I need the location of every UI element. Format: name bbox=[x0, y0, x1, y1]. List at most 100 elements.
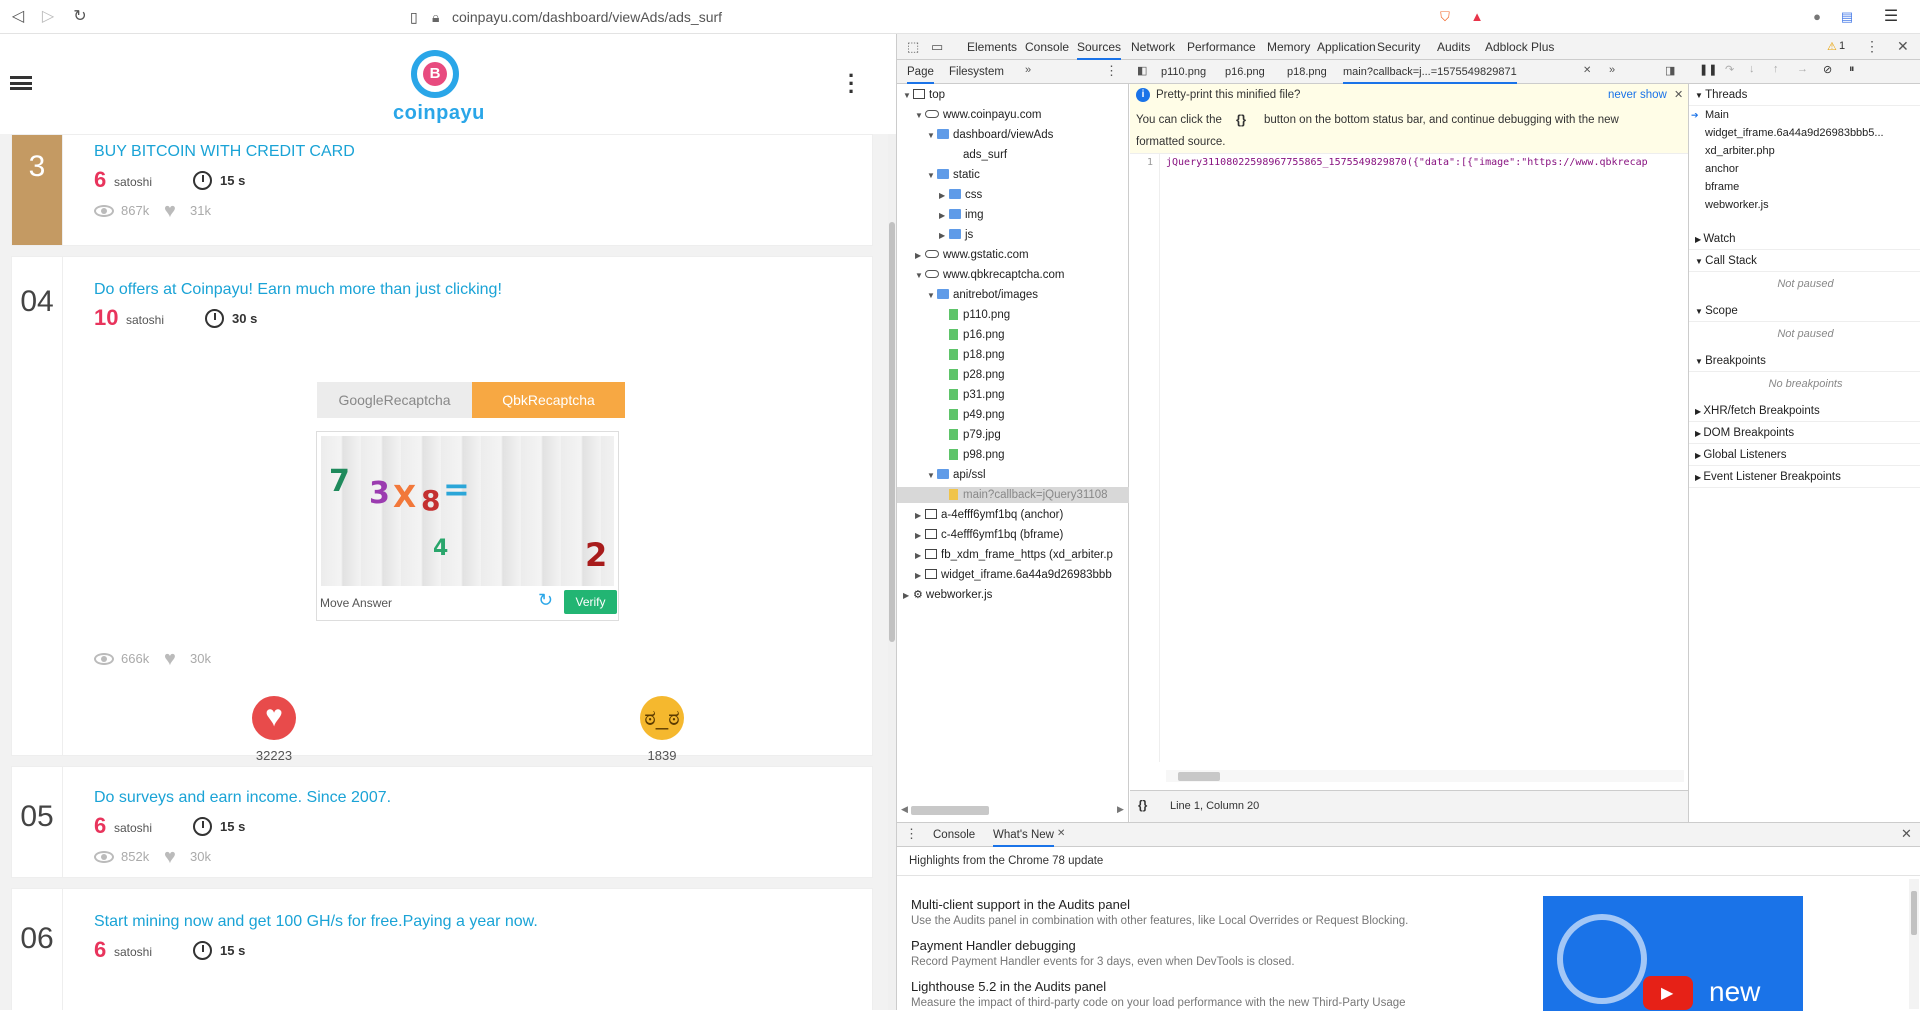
tree-item[interactable]: p18.png bbox=[939, 347, 1005, 363]
more-editor-tabs-icon[interactable]: » bbox=[1609, 64, 1615, 76]
address-bar[interactable]: ▯ 🔒︎ coinpayu.com/dashboard/viewAds/ads_… bbox=[410, 5, 1430, 29]
ad-title[interactable]: BUY BITCOIN WITH CREDIT CARD bbox=[94, 143, 355, 161]
editor-tab[interactable]: p18.png bbox=[1287, 60, 1327, 84]
translate-icon[interactable]: ▤ bbox=[1836, 6, 1858, 28]
editor-tab[interactable]: main?callback=j...=1575549829871 bbox=[1343, 60, 1517, 84]
ad-card[interactable]: 06 Start mining now and get 100 GH/s for… bbox=[11, 888, 873, 1010]
editor-tab[interactable]: p16.png bbox=[1225, 60, 1265, 84]
breakpoints-header[interactable]: ▼ Breakpoints bbox=[1689, 350, 1920, 372]
thread-item[interactable]: ➔ Main bbox=[1689, 106, 1920, 124]
expand-right-icon[interactable]: ▶ bbox=[903, 588, 913, 604]
navigator-hscroll[interactable] bbox=[911, 806, 989, 815]
tab-filesystem[interactable]: Filesystem bbox=[949, 60, 1004, 84]
expand-down-icon[interactable]: ▼ bbox=[927, 128, 937, 144]
tree-item[interactable]: ▶ ⚙ webworker.js bbox=[903, 587, 992, 604]
expand-right-icon[interactable]: ▶ bbox=[939, 228, 949, 244]
page-scrollbar-thumb[interactable] bbox=[889, 222, 895, 642]
navigator-menu-icon[interactable]: ⋮ bbox=[1105, 63, 1118, 79]
devtools-tab[interactable]: Network bbox=[1131, 34, 1175, 60]
tree-item[interactable]: p49.png bbox=[939, 407, 1005, 423]
tab-qbk-recaptcha[interactable]: QbkRecaptcha bbox=[472, 382, 625, 418]
tree-item[interactable]: p98.png bbox=[939, 447, 1005, 463]
captcha-glyph[interactable]: 4 bbox=[433, 536, 448, 561]
captcha-glyph[interactable]: 8 bbox=[421, 484, 440, 517]
devtools-tab[interactable]: Application bbox=[1317, 34, 1376, 60]
tree-item[interactable]: ▶ www.gstatic.com bbox=[915, 247, 1029, 264]
drawer-menu-icon[interactable]: ⋮ bbox=[905, 826, 918, 842]
devtools-tab[interactable]: Audits bbox=[1437, 34, 1470, 60]
ad-card[interactable]: 05 Do surveys and earn income. Since 200… bbox=[11, 766, 873, 878]
expand-right-icon[interactable]: ▶ bbox=[939, 188, 949, 204]
tab-google-recaptcha[interactable]: GoogleRecaptcha bbox=[317, 382, 472, 418]
tree-item[interactable]: ▶ js bbox=[939, 227, 973, 244]
tree-item[interactable]: ▼ www.qbkrecaptcha.com bbox=[915, 267, 1064, 284]
drawer-scrollbar[interactable] bbox=[1909, 879, 1919, 1009]
lock-icon[interactable]: 🔒︎ bbox=[432, 5, 439, 29]
devtools-tab[interactable]: Memory bbox=[1267, 34, 1310, 60]
line-number[interactable]: 1 bbox=[1130, 154, 1160, 762]
close-drawer-icon[interactable]: ✕ bbox=[1901, 826, 1912, 842]
step-icon[interactable]: → bbox=[1797, 63, 1808, 75]
xhr-breakpoints-header[interactable]: ▶ XHR/fetch Breakpoints bbox=[1689, 400, 1920, 422]
verify-button[interactable]: Verify bbox=[564, 590, 617, 614]
thread-item[interactable]: webworker.js bbox=[1689, 196, 1920, 214]
hamburger-icon[interactable] bbox=[10, 76, 32, 90]
devtools-tab[interactable]: Performance bbox=[1187, 34, 1256, 60]
device-toolbar-icon[interactable]: ▭ bbox=[931, 39, 943, 55]
captcha-glyph[interactable]: 7 bbox=[329, 464, 350, 499]
tree-item[interactable]: main?callback=jQuery31108 bbox=[897, 487, 1129, 503]
angry-reaction-icon[interactable]: ಠ_ಠ bbox=[640, 696, 684, 740]
whats-new-title[interactable]: Payment Handler debugging bbox=[911, 938, 1076, 953]
tree-item[interactable]: ads_surf bbox=[939, 147, 1007, 163]
tree-item[interactable]: ▼ anitrebot/images bbox=[927, 287, 1038, 304]
threads-header[interactable]: ▼ Threads bbox=[1689, 84, 1920, 106]
menu-icon[interactable]: ☰ bbox=[1880, 6, 1902, 28]
editor-tab[interactable]: p110.png bbox=[1161, 60, 1206, 84]
expand-down-icon[interactable]: ▼ bbox=[927, 168, 937, 184]
expand-right-icon[interactable]: ▶ bbox=[915, 508, 925, 524]
expand-right-icon[interactable]: ▶ bbox=[915, 568, 925, 584]
reload-icon[interactable]: ↻ bbox=[70, 7, 90, 27]
devtools-tab[interactable]: Security bbox=[1377, 34, 1420, 60]
thread-item[interactable]: anchor bbox=[1689, 160, 1920, 178]
extension-icon[interactable]: ● bbox=[1806, 6, 1828, 28]
back-icon[interactable]: ◁ bbox=[8, 7, 28, 27]
tree-item[interactable]: ▼ www.coinpayu.com bbox=[915, 107, 1041, 124]
close-tab-icon[interactable]: ✕ bbox=[1057, 828, 1065, 839]
devtools-menu-icon[interactable]: ⋮ bbox=[1865, 38, 1879, 55]
tree-item[interactable]: p28.png bbox=[939, 367, 1005, 383]
tree-item[interactable]: ▶ img bbox=[939, 207, 984, 224]
tree-item[interactable]: ▶ c-4efff6ymf1bq (bframe) bbox=[915, 527, 1063, 544]
rewards-icon[interactable]: ▲ bbox=[1466, 6, 1488, 28]
scroll-left-icon[interactable]: ◀ bbox=[901, 804, 908, 815]
more-options-icon[interactable]: · · · bbox=[848, 65, 855, 103]
pause-on-exceptions-icon[interactable]: ⏸ bbox=[1849, 63, 1855, 76]
tree-item[interactable]: ▶ widget_iframe.6a44a9d26983bbb bbox=[915, 567, 1112, 584]
whats-new-title[interactable]: Multi-client support in the Audits panel bbox=[911, 897, 1130, 912]
expand-right-icon[interactable]: ▶ bbox=[915, 548, 925, 564]
tab-page[interactable]: Page bbox=[907, 60, 934, 84]
bookmark-icon[interactable]: ▯ bbox=[410, 5, 426, 29]
captcha-glyph[interactable]: = bbox=[443, 470, 470, 508]
expand-down-icon[interactable]: ▼ bbox=[915, 268, 925, 284]
devtools-tab[interactable]: Sources bbox=[1077, 34, 1122, 60]
tree-item[interactable]: p79.jpg bbox=[939, 427, 1001, 443]
pretty-print-button[interactable]: {} bbox=[1138, 798, 1147, 812]
tree-item[interactable]: p16.png bbox=[939, 327, 1005, 343]
code-line[interactable]: jQuery31108022598967755865_1575549829870… bbox=[1166, 154, 1686, 172]
editor-hscroll-track[interactable] bbox=[1166, 770, 1684, 782]
warning-icon[interactable]: ⚠ bbox=[1827, 40, 1837, 53]
warning-count[interactable]: 1 bbox=[1839, 40, 1845, 52]
play-icon[interactable]: ▶ bbox=[1643, 976, 1693, 1010]
whats-new-video[interactable]: ▶ new bbox=[1543, 896, 1803, 1011]
close-devtools-icon[interactable]: ✕ bbox=[1897, 38, 1909, 55]
toggle-debugger-icon[interactable]: ◨ bbox=[1665, 64, 1675, 77]
site-logo[interactable]: coinpayu bbox=[393, 50, 484, 130]
watch-header[interactable]: ▶ Watch bbox=[1689, 228, 1920, 250]
refresh-icon[interactable]: ↻ bbox=[538, 590, 553, 611]
captcha-glyph[interactable]: 3 bbox=[369, 476, 390, 511]
tree-item[interactable]: ▶ fb_xdm_frame_https (xd_arbiter.p bbox=[915, 547, 1113, 564]
forward-icon[interactable]: ▷ bbox=[38, 7, 58, 27]
expand-down-icon[interactable]: ▼ bbox=[903, 88, 913, 104]
pause-icon[interactable]: ❚❚ bbox=[1699, 63, 1717, 76]
